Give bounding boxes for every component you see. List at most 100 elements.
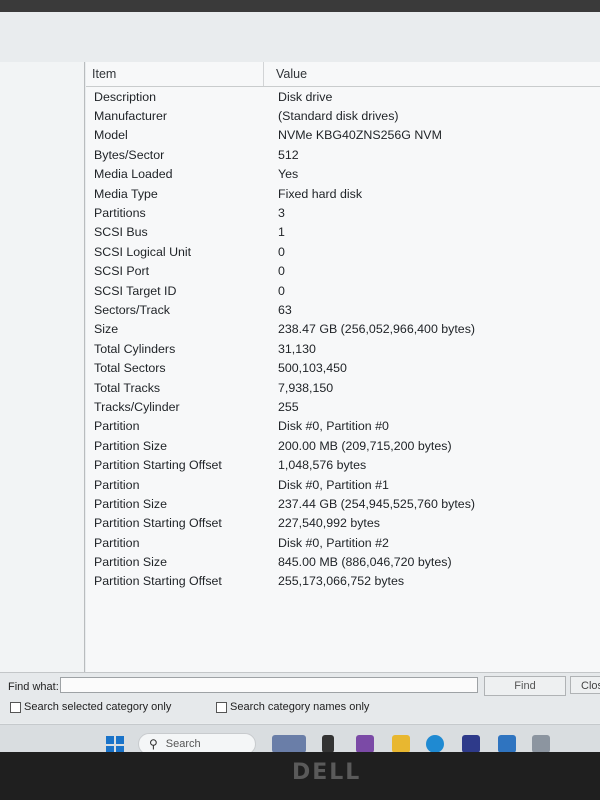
row-value: 500,103,450: [278, 361, 347, 376]
row-item: Sectors/Track: [94, 302, 170, 317]
row-item: Tracks/Cylinder: [94, 399, 180, 414]
row-item: SCSI Target ID: [94, 283, 177, 298]
table-row[interactable]: Model NVMe KBG40ZNS256G NVM: [86, 126, 600, 145]
row-value: 845.00 MB (886,046,720 bytes): [278, 555, 452, 570]
table-row[interactable]: Partition Size 200.00 MB (209,715,200 byt…: [86, 436, 600, 455]
file-explorer-icon[interactable]: [392, 735, 410, 752]
table-row[interactable]: Media Type Fixed hard disk: [86, 184, 600, 203]
table-row[interactable]: SCSI Bus 1: [86, 223, 600, 242]
search-selected-checkbox[interactable]: Search selected category only: [10, 701, 171, 713]
table-row[interactable]: Partitions 3: [86, 203, 600, 222]
row-value: 238.47 GB (256,052,966,400 bytes): [278, 322, 476, 337]
table-row[interactable]: Description Disk drive: [86, 87, 600, 106]
details-list[interactable]: Item Value Description Disk drive Manufact…: [86, 62, 600, 672]
row-value: 255: [278, 399, 299, 414]
row-item: Partition Starting Offset: [94, 574, 222, 589]
row-item: Partition: [94, 419, 140, 434]
row-item: Partitions: [94, 206, 146, 221]
row-value: 255,173,066,752 bytes: [278, 574, 405, 589]
search-selected-label: Search selected category only: [24, 701, 172, 713]
table-row[interactable]: Total Tracks 7,938,150: [86, 378, 600, 397]
find-button[interactable]: Find: [484, 676, 566, 696]
widget-icon[interactable]: [272, 735, 306, 752]
taskbar: ⚲ Search: [0, 724, 600, 752]
table-row[interactable]: SCSI Logical Unit 0: [86, 242, 600, 261]
table-row[interactable]: Sectors/Track 63: [86, 300, 600, 319]
row-value: 3: [278, 206, 285, 221]
row-value: 31,130: [278, 341, 316, 356]
row-item: Media Loaded: [94, 167, 173, 182]
row-item: Model: [94, 128, 128, 143]
row-item: SCSI Port: [94, 264, 150, 279]
row-item: Partition Size: [94, 496, 168, 511]
row-value: 1,048,576 bytes: [278, 458, 367, 473]
row-value: 63: [278, 302, 292, 317]
row-value: NVMe KBG40ZNS256G NVM: [278, 128, 442, 143]
row-value: 0: [278, 283, 285, 298]
table-row[interactable]: Total Cylinders 31,130: [86, 339, 600, 358]
table-row[interactable]: Partition Size 237.44 GB (254,945,525,760…: [86, 494, 600, 513]
list-header: Item Value: [86, 62, 600, 87]
find-input[interactable]: [60, 677, 478, 693]
table-row[interactable]: Partition Disk #0, Partition #1: [86, 475, 600, 494]
table-row[interactable]: Partition Size 845.00 MB (886,046,720 byt…: [86, 552, 600, 571]
row-value: Disk #0, Partition #0: [278, 419, 389, 434]
row-item: Description: [94, 89, 156, 104]
outlook-icon[interactable]: [498, 735, 516, 752]
table-row[interactable]: Manufacturer (Standard disk drives): [86, 106, 600, 125]
table-row[interactable]: Tracks/Cylinder 255: [86, 397, 600, 416]
row-value: 512: [278, 147, 299, 162]
row-value: (Standard disk drives): [278, 109, 399, 124]
table-row[interactable]: Partition Disk #0, Partition #0: [86, 417, 600, 436]
store-icon[interactable]: [462, 735, 480, 752]
table-row[interactable]: Partition Starting Offset 1,048,576 bytes: [86, 455, 600, 474]
table-row[interactable]: Partition Disk #0, Partition #2: [86, 533, 600, 552]
table-row[interactable]: Bytes/Sector 512: [86, 145, 600, 164]
screen: Item Value Description Disk drive Manufact…: [0, 12, 600, 752]
row-item: Partition Size: [94, 438, 168, 453]
table-row[interactable]: Media Loaded Yes: [86, 165, 600, 184]
search-names-checkbox[interactable]: Search category names only: [216, 701, 369, 713]
row-item: Size: [94, 322, 119, 337]
row-value: Disk #0, Partition #2: [278, 535, 389, 550]
taskbar-search-label: Search: [165, 738, 201, 750]
table-row[interactable]: SCSI Target ID 0: [86, 281, 600, 300]
row-item: Bytes/Sector: [94, 147, 165, 162]
column-header-item[interactable]: Item: [86, 62, 264, 86]
row-value: Disk #0, Partition #1: [278, 477, 389, 492]
column-header-value[interactable]: Value: [264, 67, 307, 81]
row-item: Partition Starting Offset: [94, 458, 222, 473]
search-names-label: Search category names only: [230, 701, 370, 713]
system-info-icon[interactable]: [532, 735, 550, 752]
table-row[interactable]: Total Sectors 500,103,450: [86, 358, 600, 377]
table-row[interactable]: Partition Starting Offset 255,173,066,752…: [86, 572, 600, 591]
table-row[interactable]: Partition Starting Offset 227,540,992 byt…: [86, 514, 600, 533]
checkbox-box[interactable]: [10, 701, 21, 713]
row-item: Partition: [94, 477, 140, 492]
category-tree-pane[interactable]: [0, 62, 85, 672]
close-find-button[interactable]: Clos: [570, 676, 600, 694]
monitor-top-bezel: [0, 0, 600, 12]
row-value: 0: [278, 244, 285, 259]
row-value: 200.00 MB (209,715,200 bytes): [278, 438, 452, 453]
row-value: 0: [278, 264, 285, 279]
table-row[interactable]: Size 238.47 GB (256,052,966,400 bytes): [86, 320, 600, 339]
row-value: Disk drive: [278, 89, 333, 104]
checkbox-box[interactable]: [216, 701, 227, 713]
copilot-icon[interactable]: [356, 735, 374, 752]
row-value: 7,938,150: [278, 380, 334, 395]
task-view-icon[interactable]: [322, 735, 334, 752]
brand-logo: DELL: [292, 760, 362, 785]
table-row[interactable]: SCSI Port 0: [86, 262, 600, 281]
windows-start-icon[interactable]: [106, 736, 124, 752]
row-item: Media Type: [94, 186, 158, 201]
find-label: Find what:: [8, 681, 59, 693]
edge-browser-icon[interactable]: [426, 735, 444, 752]
find-bar: Find what: Find Clos Search selected cat…: [0, 672, 600, 723]
taskbar-search[interactable]: ⚲ Search: [138, 733, 256, 752]
row-item: Partition: [94, 535, 140, 550]
rows-container: Description Disk drive Manufacturer (Standa…: [86, 87, 600, 591]
monitor-bottom-bezel: DELL: [0, 752, 600, 800]
search-icon: ⚲: [149, 737, 158, 751]
row-item: Total Tracks: [94, 380, 161, 395]
